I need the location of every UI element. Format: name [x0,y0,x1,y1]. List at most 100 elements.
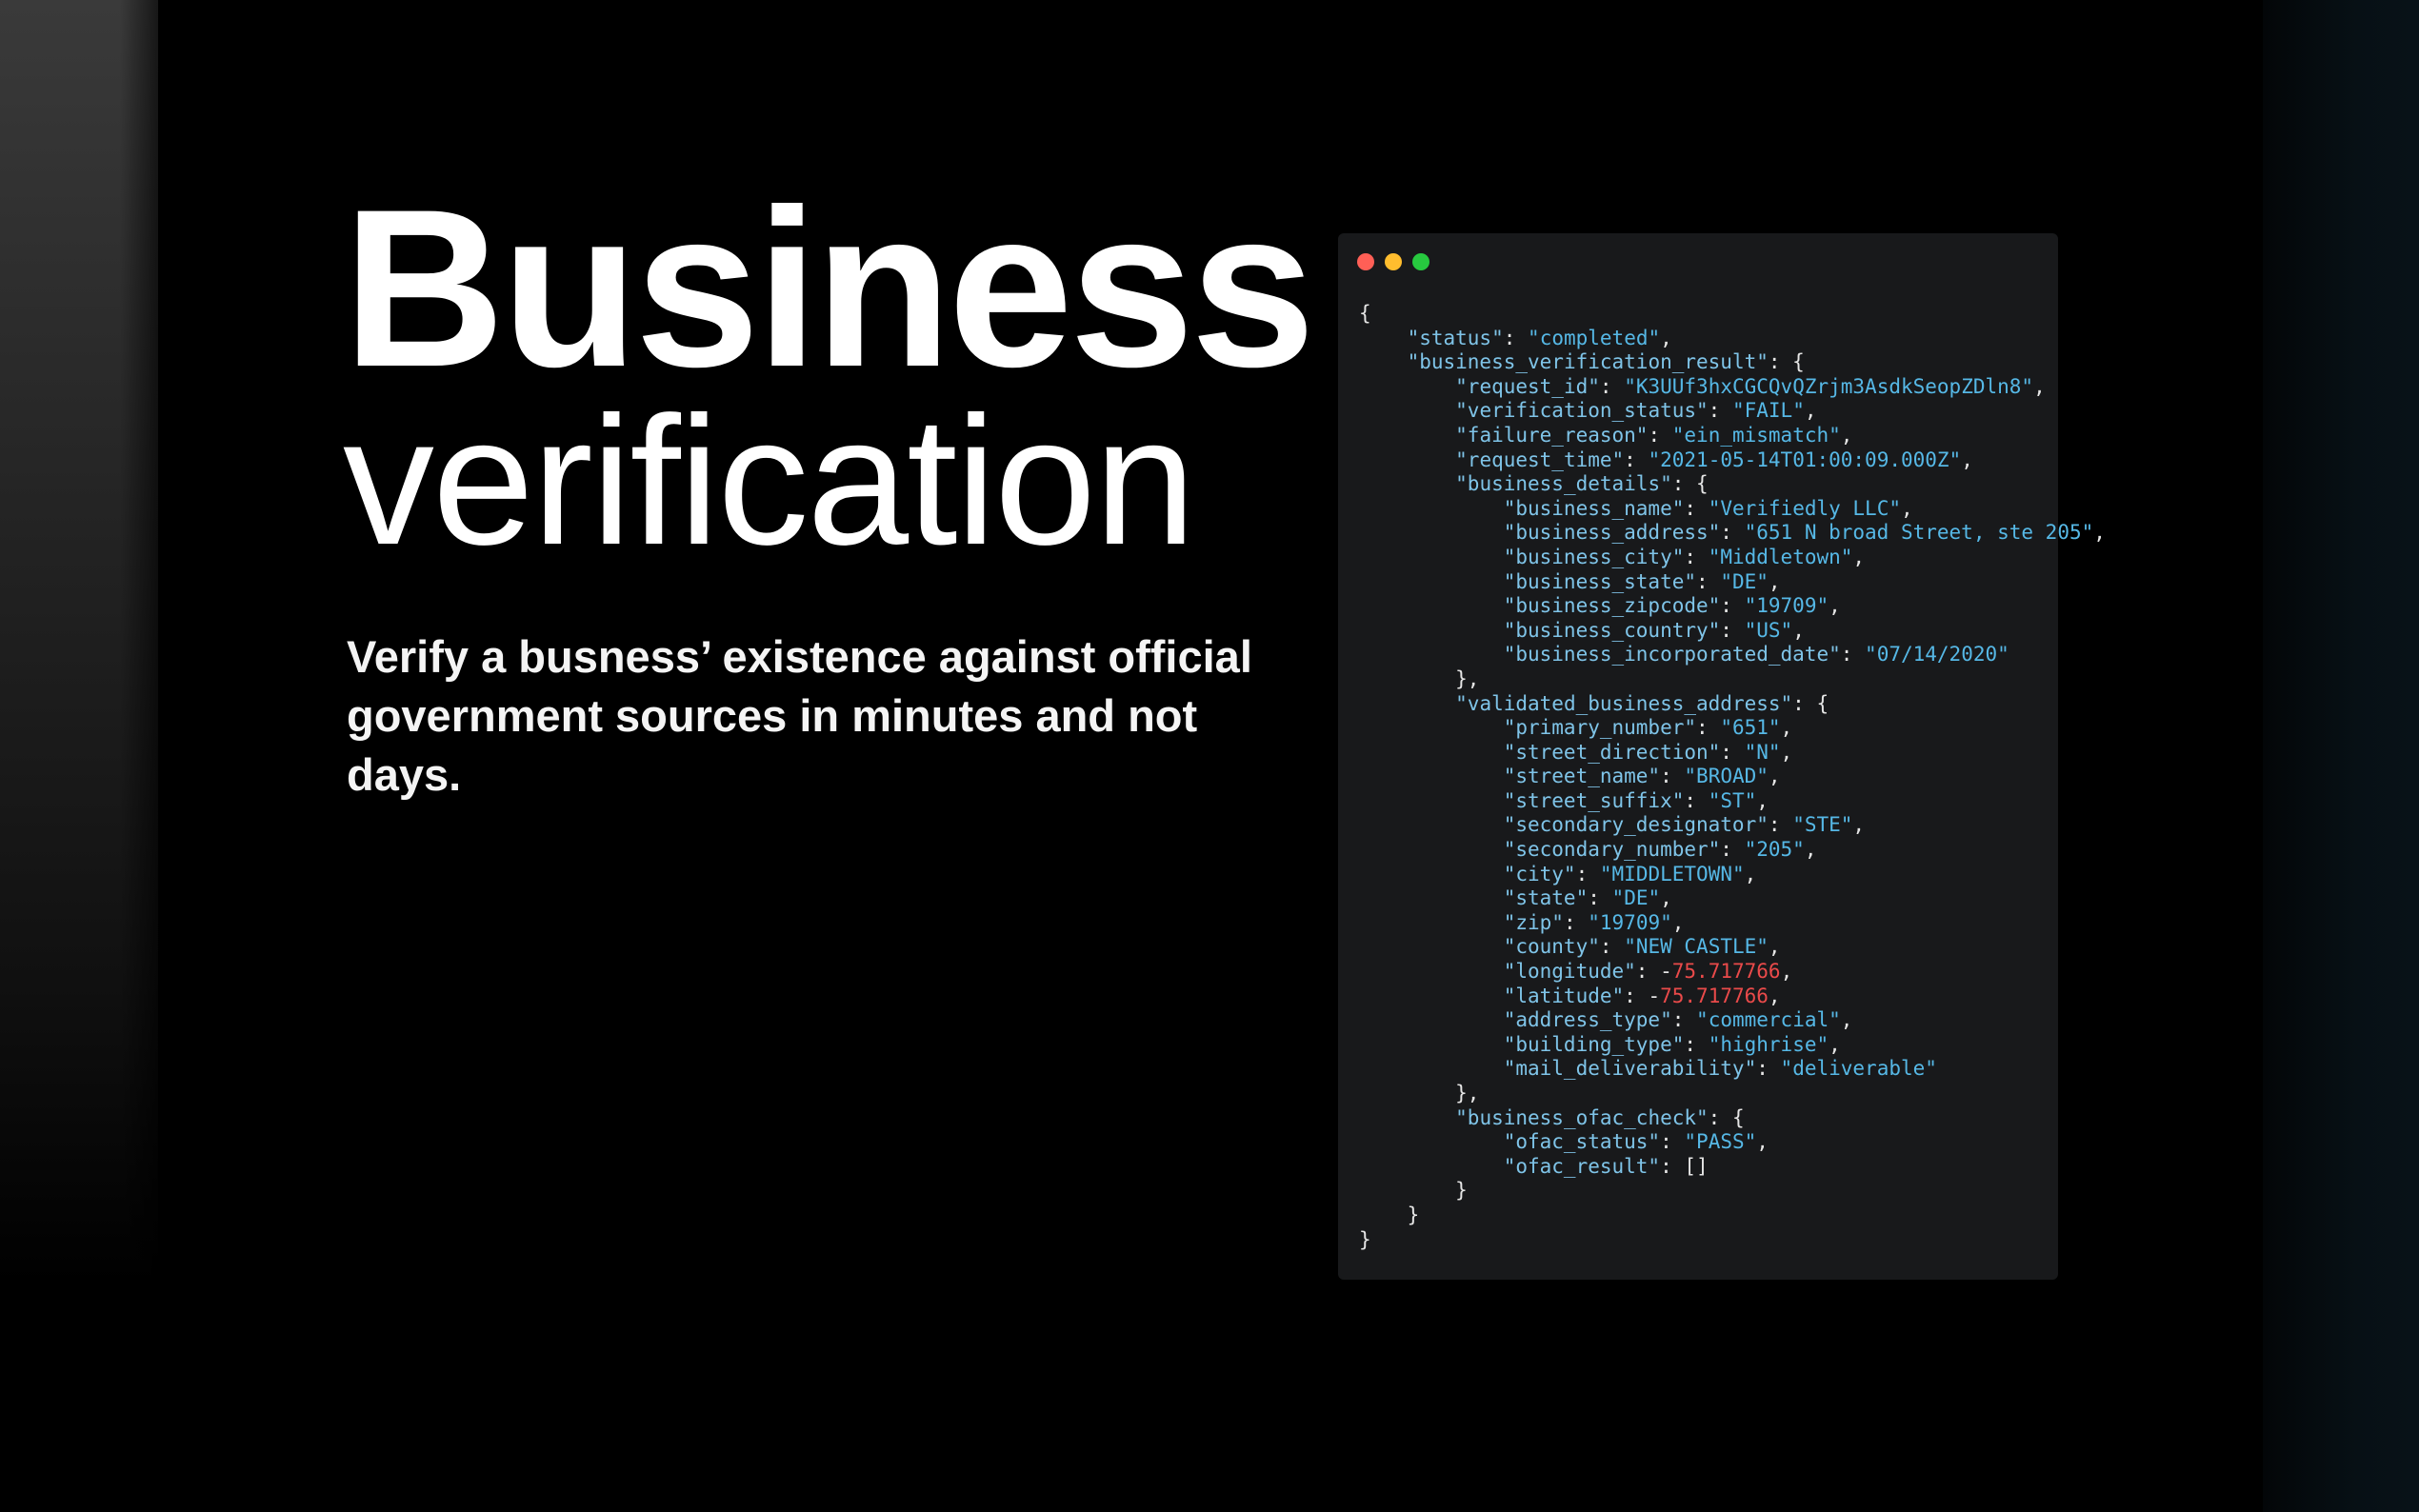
json-key: "longitude" [1503,960,1636,984]
code-punctuation: : [1671,1008,1685,1032]
code-punctuation: , [1900,496,1913,520]
code-line: }, [1359,1082,2106,1106]
code-line: "business_incorporated_date": "07/14/202… [1359,643,2106,667]
code-punctuation: } [1359,1203,1420,1226]
code-punctuation: : [1684,1032,1697,1056]
code-line: "building_type": "highrise", [1359,1033,2106,1058]
json-key: "business_country" [1503,618,1721,642]
json-string-value: "DE" [1720,569,1769,593]
json-string-value: "NEW CASTLE" [1624,935,1769,959]
code-punctuation: , [1768,935,1781,959]
code-punctuation: : [1635,960,1649,984]
json-key: "validated_business_address" [1455,691,1793,715]
code-line: } [1359,1179,2106,1204]
code-line: "request_id": "K3UUf3hxCGCQvQZrjm3AsdkSe… [1359,375,2106,400]
code-line: "business_name": "Verifiedly LLC", [1359,497,2106,522]
minimize-dot-icon[interactable] [1385,253,1402,270]
json-key: "building_type" [1503,1032,1685,1056]
json-key: "ofac_status" [1503,1130,1661,1154]
code-punctuation: , [1829,1032,1841,1056]
code-punctuation: : [1624,984,1636,1007]
code-punctuation: , [1768,765,1781,788]
json-key: "business_city" [1503,545,1685,568]
code-line: } [1359,1204,2106,1228]
code-punctuation: : [1660,765,1672,788]
code-punctuation: : [1684,496,1697,520]
json-string-value: "N" [1744,740,1781,764]
code-punctuation: : [1708,1105,1721,1129]
code-punctuation: : [1588,886,1600,910]
json-key: "latitude" [1503,984,1625,1007]
code-punctuation: : [1660,1130,1672,1154]
code-punctuation: { [1359,302,1371,325]
close-dot-icon[interactable] [1357,253,1374,270]
code-punctuation: , [1829,594,1841,618]
json-key: "business_verification_result" [1407,350,1769,374]
json-number-sign: - [1648,984,1661,1007]
json-key: "city" [1503,862,1576,885]
code-punctuation: , [1780,716,1793,740]
json-key: "business_details" [1455,472,1672,496]
code-punctuation: { [1780,350,1805,374]
code-punctuation: { [1684,472,1709,496]
code-line: "zip": "19709", [1359,911,2106,936]
json-key: "business_name" [1503,496,1685,520]
code-punctuation: : [1768,350,1781,374]
code-punctuation: , [1804,399,1817,423]
code-line: }, [1359,667,2106,692]
code-punctuation: : [1768,813,1781,837]
json-key: "secondary_designator" [1503,813,1769,837]
right-background-panel [2263,0,2419,1512]
hero-title-line-1: Business [343,163,1315,414]
json-string-value: "PASS" [1684,1130,1757,1154]
code-punctuation: }, [1359,1082,1480,1104]
code-punctuation: } [1359,1227,1371,1251]
code-punctuation: , [1768,984,1781,1007]
code-punctuation: , [1660,326,1672,349]
code-punctuation: , [1780,740,1793,764]
json-key: "ofac_result" [1503,1154,1661,1178]
code-punctuation: , [1744,862,1757,885]
json-key: "request_id" [1455,374,1600,398]
code-punctuation: } [1359,1179,1468,1203]
json-key: "business_zipcode" [1503,594,1721,618]
json-string-value: "2021-05-14T01:00:09.000Z" [1648,448,1962,471]
json-string-value: "ein_mismatch" [1671,423,1841,447]
json-string-value: "DE" [1611,886,1661,910]
json-string-value: "US" [1744,618,1793,642]
json-string-value: "ST" [1708,788,1757,812]
code-line: "street_direction": "N", [1359,741,2106,766]
code-line: "business_ofac_check": { [1359,1106,2106,1131]
json-number-value: 75.717766 [1671,960,1781,984]
code-punctuation: : [1660,1154,1672,1178]
code-punctuation: : [1792,691,1805,715]
json-string-value: "commercial" [1696,1008,1841,1032]
code-line: "business_state": "DE", [1359,570,2106,595]
hero-title-line-2: verification [343,378,1196,583]
code-line: "request_time": "2021-05-14T01:00:09.000… [1359,448,2106,473]
maximize-dot-icon[interactable] [1412,253,1429,270]
code-punctuation: : [1720,618,1732,642]
code-punctuation: , [1804,838,1817,862]
